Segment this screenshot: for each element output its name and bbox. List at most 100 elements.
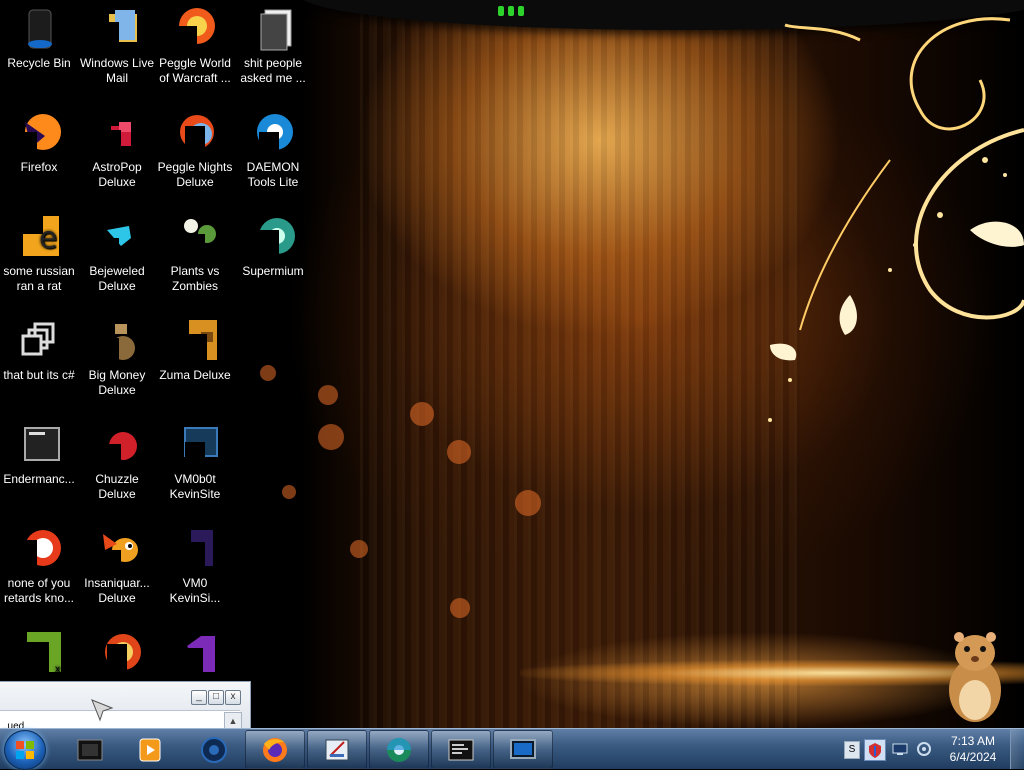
zuma-idol-icon: [171, 316, 219, 364]
desktop-icon-bejeweled[interactable]: Bejeweled Deluxe: [78, 208, 156, 294]
icon-label: none of you retards kno...: [3, 576, 75, 605]
taskbar-media-player-button[interactable]: [120, 730, 180, 769]
icon-label: Recycle Bin: [7, 56, 71, 70]
visual-studio-icon: [171, 628, 219, 676]
icon-label: that but its c#: [3, 368, 75, 382]
desktop-icon-recycle-bin[interactable]: Recycle Bin: [0, 0, 78, 71]
desktop-icon-red-swirl[interactable]: [78, 624, 156, 680]
hamster-game-icon: x: [15, 628, 63, 676]
icon-label: Chuzzle Deluxe: [95, 472, 139, 501]
security-tray-icon[interactable]: [864, 739, 886, 761]
taskbar: S 7:13 AM 6/4/2024: [0, 728, 1024, 770]
icon-label: AstroPop Deluxe: [92, 160, 142, 189]
desktop-icon-shit-people-folder[interactable]: shit people asked me ...: [234, 0, 312, 86]
icon-label: Bejeweled Deluxe: [89, 264, 145, 293]
icon-label: shit people asked me ...: [240, 56, 306, 85]
red-swirl-icon: [93, 628, 141, 676]
desktop-icon-peggle-nights[interactable]: Peggle Nights Deluxe: [156, 104, 234, 190]
clock[interactable]: 7:13 AM 6/4/2024: [938, 733, 1008, 765]
astropop-icon: [93, 108, 141, 156]
desktop-icon-windows-live-mail[interactable]: Windows Live Mail: [78, 0, 156, 86]
wallpaper-swirl: [768, 17, 1024, 422]
icon-label: Insaniquar... Deluxe: [84, 576, 150, 605]
desktop-icon-big-money[interactable]: Big Money Deluxe: [78, 312, 156, 398]
taskbar-console-button[interactable]: [431, 730, 491, 769]
icon-label: Zuma Deluxe: [159, 368, 231, 382]
desktop-icon-plants-vs-zombies[interactable]: Plants vs Zombies: [156, 208, 234, 294]
money-bag-icon: [93, 316, 141, 364]
desktop-icon-supermium[interactable]: Supermium: [234, 208, 312, 279]
bokeh-dot: [515, 490, 541, 516]
taskbar-supermium-button[interactable]: [369, 730, 429, 769]
peggle-icon: [171, 4, 219, 52]
icon-label: Windows Live Mail: [79, 56, 155, 85]
maximize-button[interactable]: □: [208, 690, 224, 705]
bokeh-dot: [410, 402, 434, 426]
desktop-icon-none-of-you[interactable]: none of you retards kno...: [0, 520, 78, 606]
desktop-icon-daemon-tools[interactable]: DAEMON Tools Lite: [234, 104, 312, 190]
taskbar-explorer-button[interactable]: [60, 730, 120, 769]
minimize-button[interactable]: _: [191, 690, 207, 705]
shortcut-windows-icon: [15, 316, 63, 364]
peggle-nights-icon: [171, 108, 219, 156]
desktop-icon-zuma[interactable]: Zuma Deluxe: [156, 312, 234, 383]
taskbar-editor-button[interactable]: [307, 730, 367, 769]
document-editor-icon: [325, 739, 349, 761]
bokeh-dot: [318, 424, 344, 450]
chuzzle-icon: [93, 420, 141, 468]
desktop-icon-peggle-world[interactable]: Peggle World of Warcraft ...: [156, 0, 234, 86]
monitor-icon: [510, 739, 536, 759]
icon-label: Peggle World of Warcraft ...: [159, 56, 231, 85]
desktop-icon-firefox[interactable]: Firefox: [0, 104, 78, 175]
icon-label: Endermanc...: [3, 472, 75, 486]
taskbar-firefox-button[interactable]: [245, 730, 305, 769]
wallpaper-green-light: [518, 6, 524, 16]
show-hidden-icons-button[interactable]: S: [844, 741, 860, 759]
bokeh-dot: [318, 385, 338, 405]
desktop-icon-chuzzle[interactable]: Chuzzle Deluxe: [78, 416, 156, 502]
red-shortcut-icon: [15, 524, 63, 572]
desktop-icon-astropop[interactable]: AstroPop Deluxe: [78, 104, 156, 190]
firefox-icon: [15, 108, 63, 156]
media-player-icon: [139, 738, 161, 762]
start-button[interactable]: [4, 730, 46, 770]
show-desktop-button[interactable]: [1010, 729, 1024, 769]
taskbar-remote-desktop-button[interactable]: [493, 730, 553, 769]
wallpaper-green-light: [508, 6, 514, 16]
recycle-bin-icon: [15, 4, 63, 52]
icon-label: VM0b0t KevinSite: [169, 472, 221, 501]
desktop-icon-endermanch[interactable]: Endermanc...: [0, 416, 78, 487]
folder-icon: [249, 4, 297, 52]
network-tray-icon[interactable]: [892, 741, 908, 757]
hamster-mascot-icon: [949, 632, 1001, 722]
clock-time: 7:13 AM: [950, 734, 996, 748]
desktop-icon-visual-studio[interactable]: [156, 624, 234, 680]
icon-label: Supermium: [242, 264, 304, 278]
fish-icon: [93, 524, 141, 572]
supermium-icon: [249, 212, 297, 260]
svg-text:x: x: [55, 664, 60, 675]
skype-tray-icon: S: [848, 744, 856, 755]
volume-tray-icon[interactable]: [916, 741, 932, 757]
explorer-icon: [77, 739, 103, 761]
taskbar-blue-globe-button[interactable]: [184, 730, 244, 769]
icon-label: Firefox: [20, 160, 58, 174]
desktop-icon-russian-rat[interactable]: e some russian ran a rat: [0, 208, 78, 294]
icon-label: Peggle Nights Deluxe: [157, 160, 233, 189]
desktop-icon-insaniquarium[interactable]: Insaniquar... Deluxe: [78, 520, 156, 606]
bokeh-dot: [450, 598, 470, 618]
partial-window[interactable]: _ □ x ..ued ▲: [0, 681, 251, 732]
desktop-icon-hamster-game[interactable]: x: [0, 624, 78, 680]
bokeh-dot: [447, 440, 471, 464]
icon-label: some russian ran a rat: [3, 264, 75, 293]
mouse-cursor-icon: [91, 699, 114, 722]
text-file-icon: e: [15, 212, 63, 260]
icon-label: Plants vs Zombies: [170, 264, 220, 293]
firefox-icon: [263, 738, 287, 762]
globe-icon: [201, 737, 227, 763]
close-button[interactable]: x: [225, 690, 241, 705]
desktop-icon-that-but-csharp[interactable]: that but its c#: [0, 312, 78, 383]
bokeh-dot: [350, 540, 368, 558]
desktop-icon-vm0b0t[interactable]: VM0b0t KevinSite: [156, 416, 234, 502]
desktop-icon-vm0-kevinsi[interactable]: VM0 KevinSi...: [156, 520, 234, 606]
